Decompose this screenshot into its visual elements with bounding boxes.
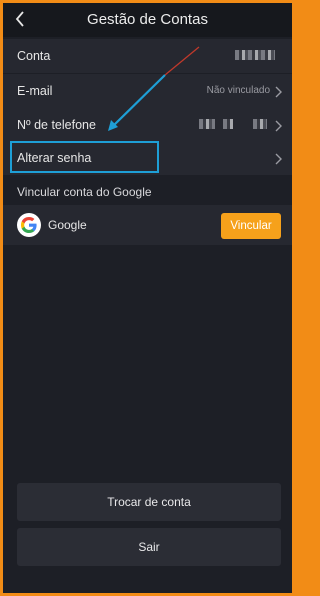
annotation-arrow-icon [108,46,200,131]
google-icon [17,213,41,237]
logout-button[interactable]: Sair [17,528,281,566]
link-google-button[interactable]: Vincular [221,213,281,239]
google-row: Google Vincular [3,205,292,245]
app-screen: Gestão de Contas Conta E-mail Não vincul… [3,3,292,593]
google-section-label: Vincular conta do Google [17,185,152,199]
switch-account-button[interactable]: Trocar de conta [17,483,281,521]
google-label: Google [48,218,87,232]
